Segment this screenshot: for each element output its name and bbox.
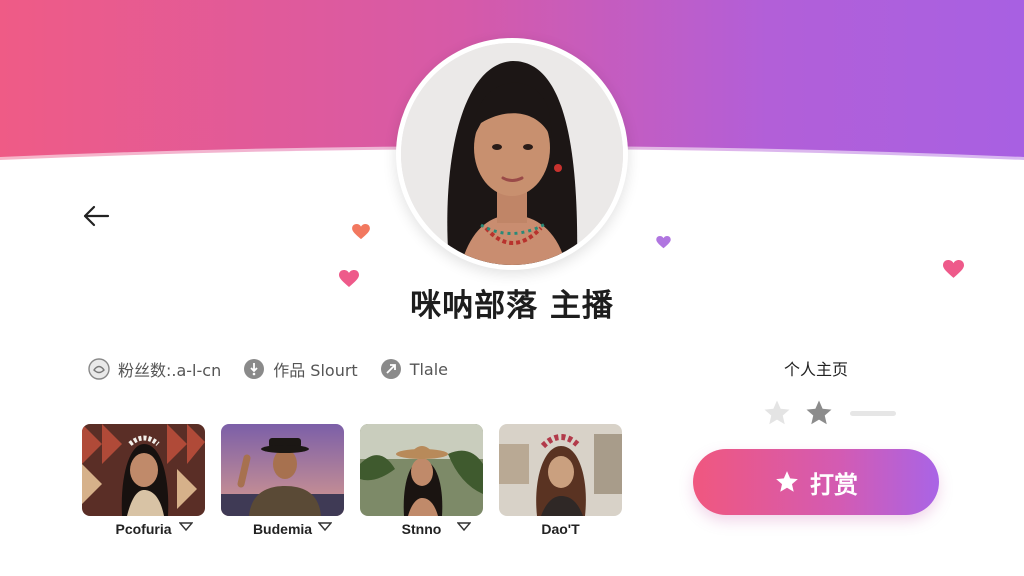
avatar[interactable] [396, 38, 628, 270]
thumbnail-photo-icon [221, 424, 344, 516]
stats-row: 粉丝数:.a-l-cn 作品 Slourt Tlale [88, 356, 448, 382]
star-icon [776, 471, 798, 492]
gallery-item[interactable]: Budemia [221, 424, 344, 539]
thumbnail-photo-icon [499, 424, 622, 516]
chevron-down-icon[interactable] [179, 522, 193, 532]
rating[interactable] [762, 398, 896, 428]
stat-works-label: 作品 Slourt [273, 361, 358, 380]
stat-likes: Tlale [380, 358, 448, 380]
stat-fans-label: 粉丝数:.a-l-cn [118, 361, 222, 380]
works-icon [243, 358, 265, 380]
heart-icon [943, 260, 964, 278]
stat-fans: 粉丝数:.a-l-cn [88, 357, 221, 381]
stat-likes-label: Tlale [409, 359, 449, 379]
heart-icon [656, 236, 671, 249]
page-title: 咪呐部落 主播 [410, 288, 614, 324]
gallery-item-caption: Dao'T [499, 519, 622, 539]
rating-bar [850, 410, 896, 416]
fans-icon [88, 358, 110, 380]
likes-icon [380, 358, 402, 380]
profile-home-link[interactable]: 个人主页 [770, 356, 862, 380]
gallery-item-caption: Pcofuria [82, 519, 205, 539]
chevron-down-icon[interactable] [318, 522, 332, 532]
gallery-item[interactable]: Pcofuria [82, 424, 205, 539]
thumbnail-photo-icon [360, 424, 483, 516]
back-button[interactable] [78, 198, 114, 234]
tip-button-label: 打赏 [810, 470, 858, 499]
heart-icon [352, 224, 370, 240]
gallery-item[interactable]: Dao'T [499, 424, 622, 539]
stat-works: 作品 Slourt [243, 357, 358, 381]
gallery-item-caption-text: Dao'T [541, 521, 580, 537]
star-filled-icon[interactable] [804, 398, 834, 428]
gallery-item-caption-text: Pcofuria [115, 521, 172, 537]
gallery-item-caption: Budemia [221, 519, 344, 539]
arrow-left-icon [83, 205, 110, 227]
gallery-item-caption-text: Stnno [401, 521, 442, 537]
tip-button[interactable]: 打赏 [693, 449, 939, 515]
chevron-down-icon[interactable] [457, 522, 471, 532]
gallery-item[interactable]: Stnno [360, 424, 483, 539]
thumbnail-photo-icon [82, 424, 205, 516]
gallery-item-caption-text: Budemia [252, 521, 313, 537]
gallery-item-caption: Stnno [360, 519, 483, 539]
star-empty-icon[interactable] [762, 398, 792, 428]
portrait-photo-icon [401, 43, 623, 265]
works-gallery: Pcofuria Budemia Stnno Dao'T [82, 424, 622, 539]
